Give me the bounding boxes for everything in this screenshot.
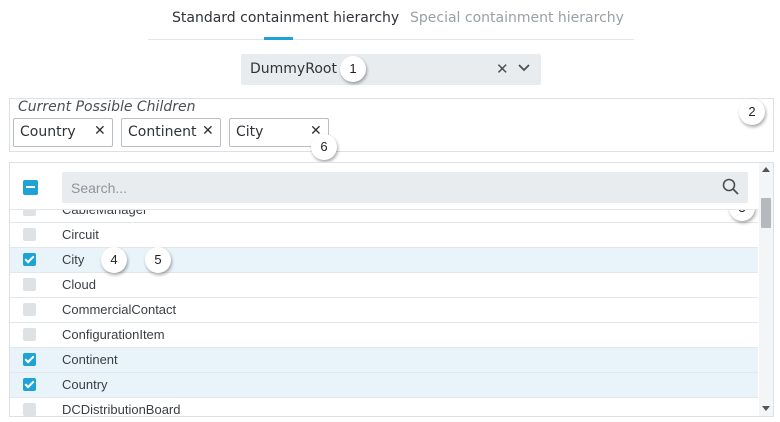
list-item[interactable]: Continent: [10, 348, 758, 373]
row-checkbox[interactable]: [23, 328, 36, 341]
row-checkbox[interactable]: [23, 378, 36, 391]
class-list-panel: CableManagerCircuitCityCloudCommercialCo…: [9, 162, 774, 417]
select-all-checkbox[interactable]: [23, 180, 38, 195]
row-checkbox[interactable]: [23, 253, 36, 266]
scroll-thumb[interactable]: [761, 198, 771, 228]
list-item[interactable]: ConfigurationItem: [10, 323, 758, 348]
tab-standard-containment-hierarchy[interactable]: Standard containment hierarchy: [172, 10, 399, 26]
row-checkbox[interactable]: [23, 403, 36, 416]
clear-selection-icon[interactable]: ✕: [496, 60, 509, 78]
class-list-header: [10, 163, 758, 210]
tab-special-containment-hierarchy[interactable]: Special containment hierarchy: [410, 10, 624, 26]
chip-label: Continent: [128, 124, 197, 140]
annotation-badge-6: 6: [311, 134, 337, 160]
list-item-label: DCDistributionBoard: [62, 402, 181, 417]
annotation-badge-1: 1: [340, 56, 366, 82]
current-possible-children-title: Current Possible Children: [18, 99, 196, 115]
row-checkbox[interactable]: [23, 303, 36, 316]
list-item-label: Circuit: [62, 227, 99, 242]
row-checkbox[interactable]: [23, 278, 36, 291]
root-class-select[interactable]: DummyRoot ✕: [241, 54, 541, 85]
root-class-value: DummyRoot: [250, 61, 337, 77]
annotation-badge-5: 5: [145, 247, 171, 273]
chip-label: City: [236, 124, 264, 140]
list-item-label: CommercialContact: [62, 302, 177, 317]
search-input[interactable]: [62, 172, 702, 203]
search-field: [62, 172, 748, 203]
child-chip-country: Country ✕: [13, 118, 113, 147]
remove-chip-icon[interactable]: ✕: [202, 123, 214, 139]
row-checkbox[interactable]: [23, 228, 36, 241]
list-item[interactable]: Circuit: [10, 223, 758, 248]
list-item-label: ConfigurationItem: [62, 327, 165, 342]
search-icon[interactable]: [722, 178, 740, 196]
list-item-label: Country: [62, 377, 108, 392]
list-item[interactable]: Country: [10, 373, 758, 398]
list-item[interactable]: DCDistributionBoard: [10, 398, 758, 417]
row-checkbox[interactable]: [23, 353, 36, 366]
chip-label: Country: [20, 124, 76, 140]
scroll-down-arrow-icon[interactable]: [762, 406, 770, 411]
hierarchy-tabs: Standard containment hierarchy Special c…: [148, 0, 634, 40]
annotation-badge-4: 4: [101, 247, 127, 273]
chevron-down-icon[interactable]: [518, 63, 530, 73]
list-item[interactable]: CommercialContact: [10, 298, 758, 323]
list-scrollbar[interactable]: [759, 163, 773, 416]
current-possible-children-panel: Current Possible Children Country ✕ Cont…: [9, 98, 774, 152]
annotation-badge-2: 2: [739, 99, 765, 125]
list-item[interactable]: Cloud: [10, 273, 758, 298]
remove-chip-icon[interactable]: ✕: [94, 123, 106, 139]
class-list: CableManagerCircuitCityCloudCommercialCo…: [10, 198, 758, 417]
scroll-up-arrow-icon[interactable]: [762, 167, 770, 172]
list-item-label: City: [62, 252, 85, 267]
list-item-label: Continent: [62, 352, 118, 367]
list-item-label: Cloud: [62, 277, 96, 292]
active-tab-indicator: [264, 37, 293, 40]
child-chip-continent: Continent ✕: [121, 118, 221, 147]
